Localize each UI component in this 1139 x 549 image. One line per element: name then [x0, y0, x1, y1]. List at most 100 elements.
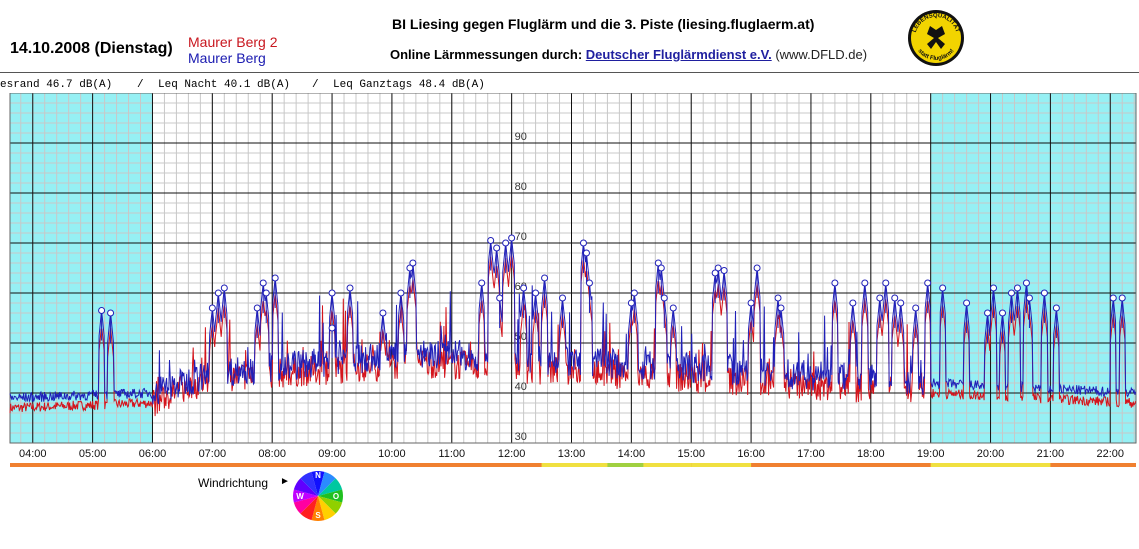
leq-day: esrand 46.7 dB(A) [0, 79, 113, 91]
peak-marker [1013, 284, 1021, 292]
peak-marker [660, 294, 668, 302]
x-tick-label: 04:00 [19, 448, 47, 460]
peak-marker [579, 239, 587, 247]
peak-marker [532, 289, 540, 297]
peak-marker [1007, 289, 1015, 297]
peak-marker [1025, 294, 1033, 302]
peak-marker [897, 299, 905, 307]
peak-marker [627, 299, 635, 307]
peak-marker [262, 289, 270, 297]
peak-marker [831, 279, 839, 287]
peak-marker [496, 294, 504, 302]
leq-sep-1: / [137, 79, 144, 91]
peak-marker [220, 284, 228, 292]
y-tick-label: 70 [515, 231, 527, 243]
x-tick-label: 12:00 [498, 448, 526, 460]
peak-marker [777, 304, 785, 312]
y-tick-label: 80 [515, 181, 527, 193]
noise-chart: 3040506070809004:0005:0006:0007:0008:000… [9, 93, 1137, 467]
peak-marker [541, 274, 549, 282]
x-tick-label: 16:00 [737, 448, 765, 460]
x-tick-label: 20:00 [977, 448, 1005, 460]
peak-marker [502, 239, 510, 247]
peak-marker [747, 299, 755, 307]
peak-marker [753, 264, 761, 272]
leq-summary: esrand 46.7 dB(A) / Leq Nacht 40.1 dB(A)… [0, 79, 1139, 93]
peak-marker [478, 279, 486, 287]
y-tick-label: 90 [515, 131, 527, 143]
x-tick-label: 05:00 [79, 448, 107, 460]
x-tick-label: 14:00 [618, 448, 646, 460]
peak-marker [711, 269, 719, 277]
x-tick-label: 22:00 [1096, 448, 1124, 460]
peak-marker [214, 289, 222, 297]
wind-rose-direction-label: O [333, 492, 339, 501]
peak-marker [963, 299, 971, 307]
peak-marker [924, 279, 932, 287]
peak-marker [984, 309, 992, 317]
peak-marker [657, 264, 665, 272]
peak-marker [253, 304, 261, 312]
peak-marker [259, 279, 267, 287]
x-tick-label: 18:00 [857, 448, 885, 460]
x-tick-label: 15:00 [677, 448, 705, 460]
peak-marker [720, 267, 728, 274]
x-tick-label: 07:00 [199, 448, 227, 460]
page-title: BI Liesing gegen Fluglärm und die 3. Pis… [392, 16, 815, 32]
peak-marker [379, 309, 387, 317]
leq-allday: Leq Ganztags 48.4 dB(A) [333, 79, 485, 91]
peak-marker [582, 249, 590, 257]
peak-marker [882, 279, 890, 287]
peak-marker [1052, 304, 1060, 312]
peak-marker [1109, 294, 1117, 302]
peak-marker [397, 289, 405, 297]
x-tick-label: 10:00 [378, 448, 406, 460]
peak-marker [912, 304, 920, 312]
x-tick-label: 06:00 [139, 448, 167, 460]
peak-marker [328, 289, 336, 297]
leq-sep-2: / [312, 79, 319, 91]
date-label: 14.10.2008 (Dienstag) [10, 40, 173, 57]
wind-direction-label: Windrichtung [198, 476, 269, 490]
x-tick-label: 09:00 [318, 448, 346, 460]
peak-marker [861, 279, 869, 287]
peak-marker [508, 234, 516, 242]
peak-marker [98, 307, 106, 314]
wind-rose-direction-label: W [296, 492, 304, 501]
x-tick-label: 13:00 [558, 448, 586, 460]
peak-marker [774, 294, 782, 302]
x-tick-label: 11:00 [438, 448, 465, 460]
station-2-legend: Maurer Berg [188, 50, 266, 66]
y-tick-label: 30 [515, 431, 527, 443]
peak-marker [1022, 279, 1030, 287]
x-tick-label: 17:00 [797, 448, 825, 460]
peak-marker [559, 294, 567, 302]
peak-marker [999, 309, 1007, 317]
peak-marker [849, 299, 857, 307]
peak-marker [271, 274, 279, 282]
peak-marker [876, 294, 884, 302]
x-tick-label: 21:00 [1037, 448, 1065, 460]
peak-marker [939, 284, 947, 292]
online-label: Online Lärmmessungen durch: [390, 47, 583, 62]
dfld-domain: (www.DFLD.de) [775, 47, 868, 62]
x-tick-label: 19:00 [917, 448, 945, 460]
peak-marker [669, 304, 677, 312]
peak-marker [585, 279, 593, 287]
activity-strip [691, 463, 752, 467]
wind-arrow-icon: ► [280, 476, 290, 487]
header-divider [0, 72, 1139, 73]
wind-rose-icon: N O S W [293, 471, 343, 521]
peak-marker [409, 259, 417, 267]
dfld-link[interactable]: Deutscher Fluglärmdienst e.V. [586, 47, 772, 62]
peak-marker [630, 289, 638, 297]
peak-marker [990, 284, 998, 292]
peak-marker [520, 284, 528, 292]
activity-strip [930, 463, 1051, 467]
station-1-legend: Maurer Berg 2 [188, 34, 278, 50]
y-tick-label: 40 [515, 381, 527, 393]
online-measurements-line: Online Lärmmessungen durch: Deutscher Fl… [390, 47, 867, 62]
peak-marker [493, 244, 501, 252]
peak-marker [346, 284, 354, 292]
peak-marker [208, 304, 216, 312]
